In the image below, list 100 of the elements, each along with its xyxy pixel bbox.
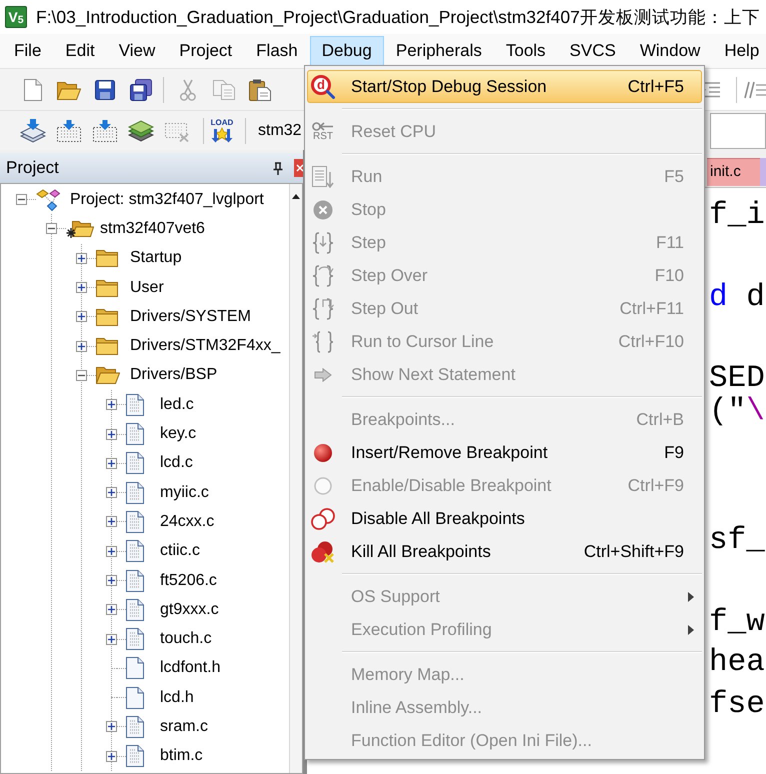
menu-item[interactable]: Disable All Breakpoints [307,502,702,535]
expand-toggle[interactable] [106,516,117,528]
plus-icon [108,401,115,408]
expand-toggle[interactable] [106,750,117,762]
stop-icon [313,200,333,220]
tree-item[interactable]: ft5206.c [160,570,217,590]
tree-item[interactable]: gt9xxx.c [160,600,219,620]
shortcut-label: Ctrl+F10 [618,330,684,353]
menu-bar-item[interactable]: Window [628,36,712,66]
source-file-icon [126,423,144,446]
plus-icon [78,313,85,320]
plus-icon [108,548,115,555]
expand-toggle[interactable] [106,604,117,616]
shortcut-label: Ctrl+Shift+F9 [584,540,684,563]
tree-item[interactable]: Project: stm32f407_lvglport [70,190,264,210]
folder-icon [96,308,118,326]
app-icon: V$_{5}$ [5,6,27,28]
tree-item[interactable]: key.c [160,424,196,444]
paste-icon[interactable] [249,78,271,100]
expand-toggle[interactable] [106,575,117,586]
step-into-icon [312,232,334,254]
close-icon[interactable] [294,159,303,177]
new-file-icon[interactable] [24,78,42,100]
tree-item[interactable]: lcd.h [160,688,194,708]
tree-item[interactable]: Startup [130,248,182,268]
open-folder-icon [96,366,120,384]
code-line: SED [709,362,766,395]
expand-toggle[interactable] [106,399,117,410]
shortcut-label: F5 [664,166,684,188]
input-field[interactable] [710,112,766,148]
expand-toggle[interactable] [106,487,117,498]
tree-item[interactable]: btim.c [160,746,203,766]
expand-toggle[interactable] [76,370,87,381]
menu-bar-item[interactable]: Edit [53,36,107,66]
plus-icon [78,342,85,350]
menu-bar-item[interactable]: File [2,36,54,66]
menu-bar-item[interactable]: Debug [310,36,384,66]
comment-icon[interactable] [744,80,766,98]
layers-icon[interactable] [128,120,154,142]
source-file-icon [126,452,144,474]
save-all-icon[interactable] [130,78,152,100]
tree-item[interactable]: sram.c [160,716,208,737]
hollow-circle-icon [314,476,332,494]
expand-toggle[interactable] [106,428,117,440]
tree-item[interactable]: Drivers/BSP [130,365,218,386]
plus-icon [108,752,115,760]
menu-bar-item[interactable]: View [106,36,168,66]
menu-item[interactable]: Kill All Breakpoints Ctrl+Shift+F9 [307,535,702,568]
open-folder-icon[interactable] [57,80,81,100]
tree-item[interactable]: Drivers/STM32F4xx_ [130,336,280,356]
expand-toggle[interactable] [106,458,117,469]
menu-bar-item[interactable]: Help [712,36,766,66]
menu-item[interactable]: d Start/Stop Debug Session Ctrl+F5 [307,70,702,103]
expand-toggle[interactable] [76,252,87,264]
tree-item[interactable]: touch.c [160,629,212,650]
save-icon[interactable] [95,80,115,100]
tree-item[interactable]: lcdfont.h [160,658,220,678]
run-to-cursor-icon [312,330,334,352]
tree-item[interactable]: 24cxx.c [160,512,214,532]
menu-bar-item[interactable]: SVCS [558,36,628,66]
tree-item[interactable]: lcd.c [160,453,193,474]
tree-item[interactable]: Drivers/SYSTEM [130,306,251,327]
menu-bar-item[interactable]: Flash [244,36,310,66]
expand-toggle[interactable] [106,546,117,557]
project-icon [36,188,60,211]
source-file-icon [126,540,144,562]
folder-icon [96,249,118,268]
shortcut-label: Ctrl+F11 [620,298,684,320]
scrollbar[interactable] [289,184,302,773]
tree-item[interactable]: led.c [160,394,194,415]
expand-toggle[interactable] [76,340,87,352]
menu-bar-item[interactable]: Project [167,36,244,66]
expand-toggle[interactable] [76,282,87,294]
expand-toggle[interactable] [76,311,87,322]
pin-icon[interactable] [273,162,283,174]
menu-item[interactable]: Insert/Remove Breakpoint F9 [307,436,702,469]
menu-bar-item[interactable]: Peripherals [384,36,494,66]
expand-toggle[interactable] [106,634,117,645]
breakpoint-icon [314,444,332,462]
editor-tab[interactable]: init.c [707,158,760,186]
tree-item[interactable]: User [130,278,164,298]
shortcut-label: Ctrl+B [636,408,684,431]
tree-item[interactable]: myiic.c [160,482,209,503]
expand-toggle[interactable] [106,721,117,732]
plus-icon [108,460,115,467]
plus-icon [108,577,115,584]
code-line: sf_ [709,524,766,557]
expand-toggle[interactable] [46,223,57,234]
source-file-icon [126,745,144,768]
tree-item[interactable]: ctiic.c [160,541,200,562]
folder-gear-icon [66,218,94,239]
grid-download-icon[interactable] [93,120,117,142]
plus-icon [78,254,85,262]
menu-bar-item[interactable]: Tools [494,36,558,66]
grid-download-icon[interactable] [57,120,81,142]
scroll-up-icon[interactable] [292,194,300,199]
expand-toggle[interactable] [16,194,27,206]
tree-item[interactable]: stm32f407vet6 [100,218,205,239]
target-dropdown[interactable]: stm32 [258,118,302,142]
layers-download-icon[interactable] [20,118,46,142]
